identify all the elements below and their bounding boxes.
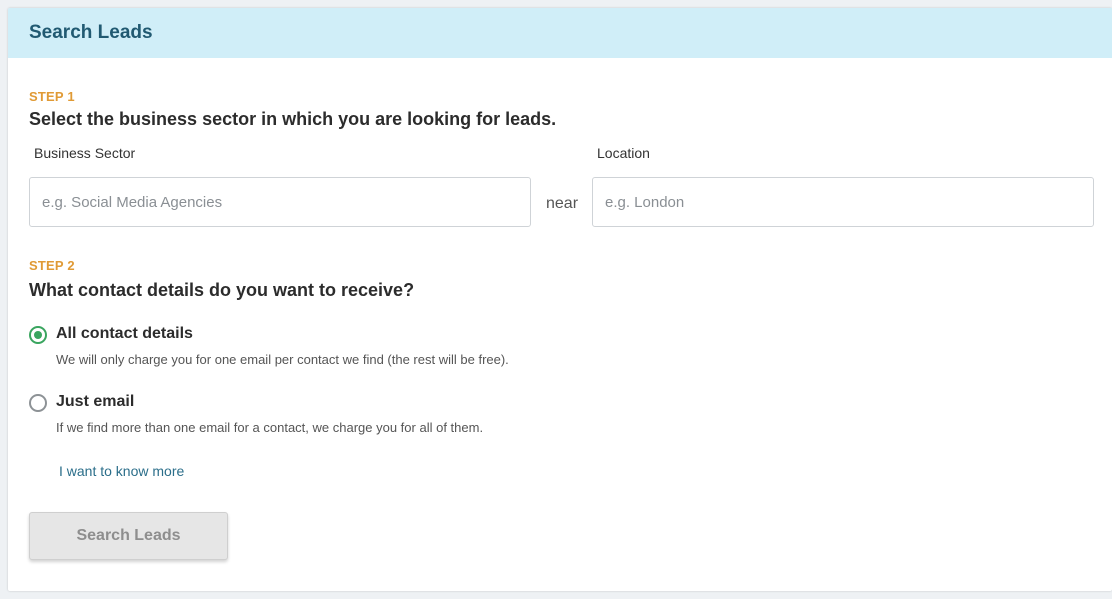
location-label: Location xyxy=(597,145,650,161)
page-title: Search Leads xyxy=(29,22,153,43)
business-sector-input[interactable] xyxy=(29,177,531,227)
near-text: near xyxy=(546,195,579,212)
business-sector-label: Business Sector xyxy=(34,145,136,161)
know-more-link[interactable]: I want to know more xyxy=(59,463,184,479)
card-header: Search Leads xyxy=(8,8,1112,58)
location-input[interactable] xyxy=(592,177,1094,227)
just-email-label[interactable]: Just email xyxy=(56,393,134,411)
step1-label: STEP 1 xyxy=(29,89,75,104)
step1-question: Select the business sector in which you … xyxy=(29,109,557,129)
all-contact-details-label[interactable]: All contact details xyxy=(56,325,193,343)
just-email-radio[interactable] xyxy=(29,394,47,412)
all-contact-details-description: We will only charge you for one email pe… xyxy=(56,352,509,367)
all-contact-details-radio[interactable] xyxy=(29,326,47,344)
just-email-description: If we find more than one email for a con… xyxy=(56,420,484,435)
search-leads-button[interactable]: Search Leads xyxy=(29,512,228,560)
step2-label: STEP 2 xyxy=(29,258,75,273)
search-leads-card: Search Leads STEP 1 Select the business … xyxy=(8,8,1112,591)
step2-question: What contact details do you want to rece… xyxy=(29,280,415,300)
